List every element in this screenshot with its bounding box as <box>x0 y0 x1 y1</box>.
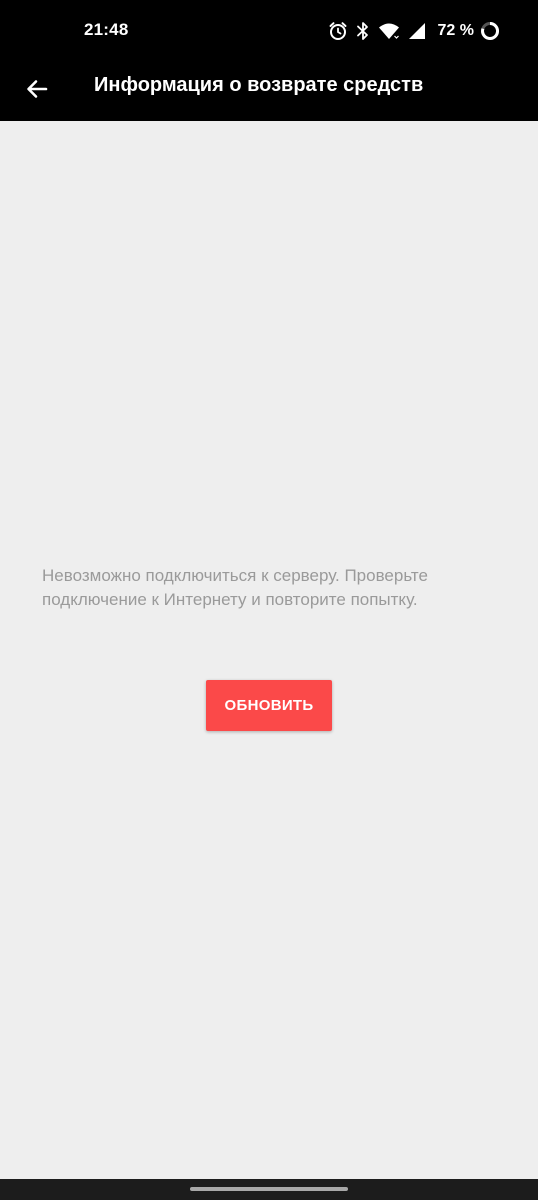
main-content: Невозможно подключиться к серверу. Прове… <box>0 121 538 1179</box>
refresh-button[interactable]: ОБНОВИТЬ <box>206 680 332 731</box>
battery-ring-icon <box>480 21 500 41</box>
arrow-left-icon <box>27 80 48 98</box>
page-title: Информация о возврате средств <box>94 74 424 96</box>
alarm-icon <box>328 21 348 41</box>
back-button[interactable] <box>16 68 58 110</box>
system-navigation-bar <box>0 1179 538 1200</box>
connection-error-message: Невозможно подключиться к серверу. Прове… <box>42 566 428 609</box>
status-bar: 21:48 72 % <box>0 0 538 62</box>
battery-percent: 72 % <box>437 22 474 39</box>
status-time: 21:48 <box>84 20 129 39</box>
cellular-signal-icon <box>408 22 426 40</box>
bluetooth-icon <box>356 21 370 41</box>
app-bar: Информация о возврате средств <box>0 62 538 121</box>
home-gesture-handle[interactable] <box>190 1187 348 1191</box>
status-icons: 72 % <box>320 19 500 43</box>
wifi-icon <box>378 22 400 40</box>
